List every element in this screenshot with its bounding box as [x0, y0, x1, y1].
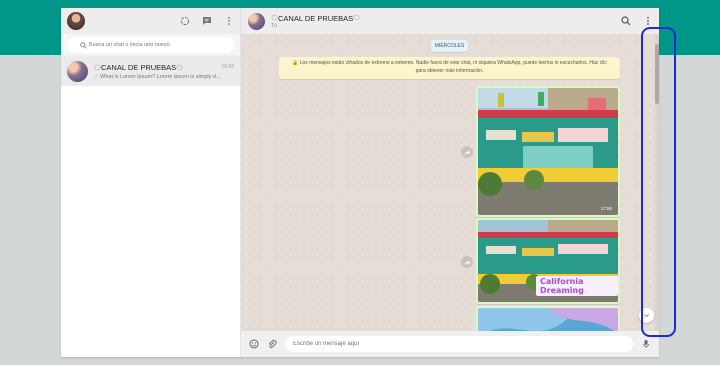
conversation-panel: CANAL DE PRUEBAS Tú MIÉRCOLES 🔒 Los mens…: [241, 8, 659, 357]
conversation-subtitle: Tú: [271, 22, 277, 29]
image-caption: California Dreaming: [536, 276, 618, 296]
menu-icon[interactable]: [224, 16, 234, 26]
compose-bar: [241, 331, 659, 357]
conversation-header[interactable]: CANAL DE PRUEBAS Tú: [241, 8, 659, 34]
menu-icon[interactable]: [643, 16, 653, 26]
sent-tick-icon: ✓: [94, 73, 99, 80]
food-stand-photo: [478, 88, 618, 215]
emoji-icon[interactable]: [249, 339, 259, 349]
search-box[interactable]: [67, 37, 234, 53]
status-ring-icon: [94, 64, 101, 71]
sidebar-header: [61, 8, 240, 34]
image-message[interactable]: California Dreaming: [476, 218, 620, 304]
conversation-title: CANAL DE PRUEBAS: [271, 14, 360, 23]
image-message[interactable]: 17:55: [476, 86, 620, 217]
chat-preview-text: What is Lorem Ipsum? Lorem Ipsum is simp…: [100, 73, 221, 80]
conversation-avatar[interactable]: [248, 12, 265, 30]
chat-time: 10:42: [221, 64, 234, 70]
forward-icon[interactable]: [461, 146, 473, 158]
lock-icon: 🔒: [292, 60, 299, 66]
message-photo[interactable]: California Dreaming: [478, 220, 618, 302]
abstract-photo: [478, 308, 618, 331]
chat-title: CANAL DE PRUEBAS: [101, 62, 177, 72]
day-divider: MIÉRCOLES: [431, 40, 468, 52]
message-list[interactable]: MIÉRCOLES 🔒 Los mensajes están cifrados …: [241, 34, 659, 331]
message-photo[interactable]: [478, 308, 618, 331]
chat-list-item[interactable]: CANAL DE PRUEBAS 10:42 ✓ What is Lorem I…: [61, 56, 240, 86]
encryption-notice[interactable]: 🔒 Los mensajes están cifrados de extremo…: [279, 57, 620, 79]
message-time: 17:55: [600, 206, 612, 211]
chat-preview: ✓ What is Lorem Ipsum? Lorem Ipsum is si…: [94, 74, 234, 80]
status-ring-icon: [271, 14, 278, 21]
whatsapp-web-window: CANAL DE PRUEBAS 10:42 ✓ What is Lorem I…: [61, 8, 659, 357]
microphone-icon[interactable]: [641, 339, 651, 349]
search-icon[interactable]: [621, 16, 631, 26]
search-bar: [61, 34, 240, 56]
forward-icon[interactable]: [461, 256, 473, 268]
user-avatar[interactable]: [67, 12, 85, 30]
image-message[interactable]: [476, 306, 620, 331]
chat-list-empty-area: [61, 86, 240, 357]
attach-icon[interactable]: [267, 339, 277, 349]
message-input[interactable]: [285, 336, 633, 352]
status-ring-icon: [353, 14, 360, 21]
chat-list-sidebar: CANAL DE PRUEBAS 10:42 ✓ What is Lorem I…: [61, 8, 241, 357]
search-input[interactable]: [89, 42, 219, 48]
encryption-notice-text: Los mensajes están cifrados de extremo a…: [299, 60, 607, 74]
highlight-annotation: [641, 27, 676, 337]
chat-avatar: [67, 60, 88, 82]
status-ring-icon: [176, 64, 183, 71]
conversation-title-text: CANAL DE PRUEBAS: [278, 13, 354, 23]
message-photo[interactable]: 17:55: [478, 88, 618, 215]
status-icon[interactable]: [180, 16, 190, 26]
search-icon: [78, 40, 88, 50]
new-chat-icon[interactable]: [202, 16, 212, 26]
